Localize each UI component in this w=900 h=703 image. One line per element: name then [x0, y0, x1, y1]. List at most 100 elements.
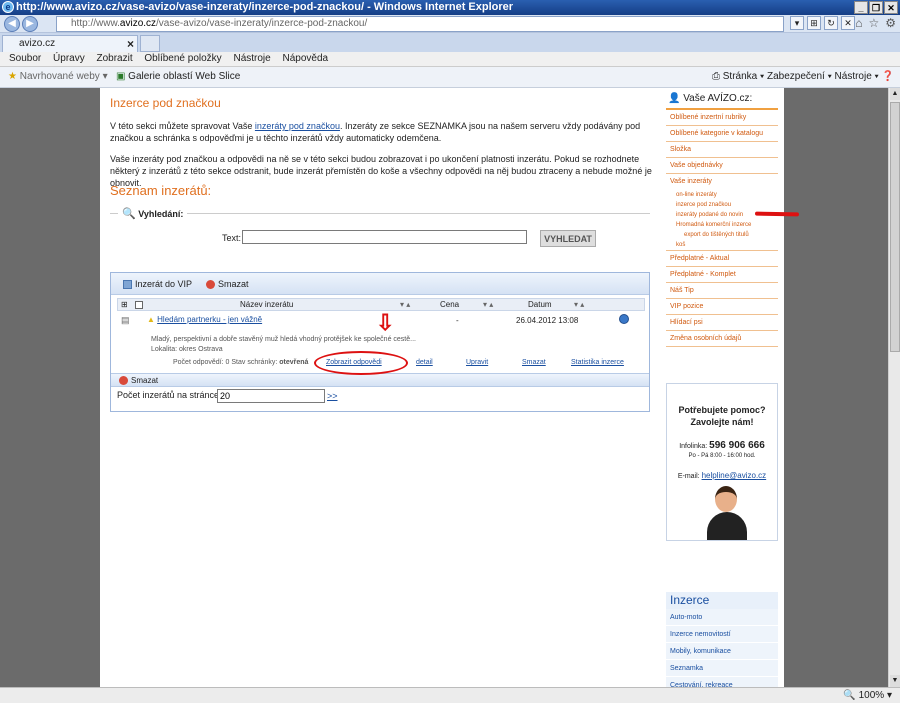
page-content: Inzerce pod značkou V této sekci můžete … — [100, 88, 800, 687]
refresh-icon[interactable]: ↻ — [824, 16, 838, 30]
compat-icon[interactable]: ⊞ — [807, 16, 821, 30]
help-email-link[interactable]: helpline@avizo.cz — [702, 471, 767, 480]
sidebar-item[interactable]: Oblíbené kategorie v katalogu — [666, 126, 778, 142]
table-row: ▲ Hledám partnerku - jen vážně — [147, 315, 262, 324]
close-tab-icon[interactable]: × — [127, 36, 134, 52]
inzerce-item[interactable]: Cestování, rekreace — [666, 677, 778, 687]
forward-arrow-icon[interactable]: ▶ — [22, 16, 38, 32]
sidebar-subitem-active[interactable]: inzerce pod značkou — [666, 200, 778, 210]
sort-name-icon[interactable]: ▾ ▴ — [400, 299, 410, 311]
branded-ads-link[interactable]: inzeráty pod značkou — [255, 121, 340, 131]
print-icon[interactable]: ⎙ — [712, 71, 720, 82]
annotation-arrow-icon: ⇩ — [376, 310, 395, 335]
sidebar-item[interactable]: Změna osobních údajů — [666, 331, 778, 347]
delete-link[interactable]: Smazat — [522, 359, 546, 366]
sidebar-subitem[interactable]: export do tištěných titulů — [666, 230, 778, 240]
gear-icon[interactable]: ⚙ — [885, 16, 896, 30]
scroll-up-icon[interactable]: ▲ — [890, 88, 900, 100]
sort-date-icon[interactable]: ▾ ▴ — [574, 299, 584, 311]
sidebar-subitem[interactable]: inzeráty podané do novin — [666, 210, 778, 220]
per-page-input[interactable] — [217, 389, 325, 403]
footer-delete-button[interactable]: Smazat — [119, 376, 159, 386]
toolbar-delete-button[interactable]: Smazat — [206, 273, 249, 295]
address-bar-row: ◀ ▶ http://www.avizo.cz/vase-avizo/vase-… — [0, 15, 900, 33]
edit-link[interactable]: Upravit — [466, 359, 488, 366]
sidebar: 👤 Vaše AVÍZO.cz: Oblíbené inzertní rubri… — [666, 88, 778, 347]
favorites-star-icon[interactable]: ☆ — [868, 16, 879, 30]
suggested-sites-link[interactable]: Navrhované weby ▾ — [20, 71, 108, 82]
sidebar-item[interactable]: Předplatné - Komplet — [666, 267, 778, 283]
stop-icon[interactable]: ✕ — [841, 16, 855, 30]
col-date[interactable]: Datum — [528, 299, 552, 311]
sidebar-title: 👤 Vaše AVÍZO.cz: — [666, 88, 778, 110]
close-window-icon[interactable]: ✕ — [884, 1, 898, 14]
inzerce-item[interactable]: Inzerce nemovitostí — [666, 626, 778, 643]
vertical-scrollbar[interactable]: ▲ ▼ — [888, 88, 900, 687]
favorites-left: ★ Navrhované weby ▾ ▣ Galerie oblastí We… — [8, 67, 240, 87]
grid-toolbar: Inzerát do VIP Smazat — [111, 273, 649, 295]
sidebar-subitem[interactable]: koš — [666, 240, 778, 251]
home-icon[interactable]: ⌂ — [855, 16, 862, 30]
globe-icon[interactable] — [619, 314, 629, 324]
vip-label: Inzerát do VIP — [135, 279, 193, 289]
sidebar-item[interactable]: VIP pozice — [666, 299, 778, 315]
new-tab-button[interactable] — [140, 35, 160, 52]
back-arrow-icon[interactable]: ◀ — [4, 16, 20, 32]
stats-link[interactable]: Statistika inzerce — [571, 359, 624, 366]
vip-button[interactable]: Inzerát do VIP — [123, 273, 192, 295]
tab-avizo[interactable]: avizo.cz × — [2, 35, 138, 52]
ad-title-link[interactable]: Hledám partnerku - jen vážně — [157, 315, 262, 324]
doc-icon[interactable]: ▤ — [121, 315, 130, 326]
sidebar-item[interactable]: Složka — [666, 142, 778, 158]
support-agent-avatar — [707, 484, 747, 540]
inzerce-title: Inzerce — [666, 592, 778, 609]
inzerce-item[interactable]: Seznamka — [666, 660, 778, 677]
sidebar-item[interactable]: Vaše inzeráty — [666, 174, 778, 190]
command-tools[interactable]: Stránka ▾ Zabezpečení ▾ Nástroje ▾ — [723, 71, 879, 82]
favorites-star-icon[interactable]: ★ — [8, 71, 17, 82]
scroll-thumb[interactable] — [890, 102, 900, 352]
sidebar-subitem[interactable]: on-line inzeráty — [666, 190, 778, 200]
menu-upravy[interactable]: Úpravy — [53, 53, 85, 64]
footer-delete-label: Smazat — [131, 376, 159, 385]
dropdown-icon[interactable]: ▾ — [790, 16, 804, 30]
sidebar-item[interactable]: Předplatné - Aktual — [666, 251, 778, 267]
help-title: Potřebujete pomoc? Zavolejte nám! — [667, 404, 777, 428]
expand-all-icon[interactable]: ⊞ — [121, 299, 128, 311]
col-price[interactable]: Cena — [440, 299, 459, 311]
sidebar-item[interactable]: Hlídací psi — [666, 315, 778, 331]
address-input[interactable]: http://www.avizo.cz/vase-avizo/vase-inze… — [56, 16, 784, 32]
detail-link[interactable]: detail — [416, 359, 433, 366]
favorites-bar: ★ Navrhované weby ▾ ▣ Galerie oblastí We… — [0, 67, 900, 88]
minimize-icon[interactable]: _ — [854, 1, 868, 14]
help-phone-label: Infolinka: — [679, 443, 708, 450]
menu-napoveda[interactable]: Nápověda — [283, 53, 329, 64]
menu-oblibene[interactable]: Oblíbené položky — [144, 53, 221, 64]
page-viewport: Inzerce pod značkou V této sekci můžete … — [0, 88, 888, 687]
sidebar-subitem[interactable]: Hromadná komerční inzerce — [666, 220, 778, 230]
search-input[interactable] — [242, 230, 527, 244]
col-name[interactable]: Název inzerátu — [240, 299, 293, 311]
menu-nastroje[interactable]: Nástroje — [233, 53, 270, 64]
inzerce-item[interactable]: Auto-moto — [666, 609, 778, 626]
restore-icon[interactable]: ❐ — [869, 1, 883, 14]
menu-zobrazit[interactable]: Zobrazit — [97, 53, 133, 64]
sort-price-icon[interactable]: ▾ ▴ — [483, 299, 493, 311]
sidebar-item[interactable]: Oblíbené inzertní rubriky — [666, 110, 778, 126]
select-all-checkbox[interactable] — [135, 301, 143, 309]
sidebar-item[interactable]: Vaše objednávky — [666, 158, 778, 174]
menu-soubor[interactable]: Soubor — [9, 53, 41, 64]
delete-icon — [206, 280, 215, 290]
search-button[interactable]: VYHLEDAT — [540, 230, 596, 247]
per-page-go-link[interactable]: >> — [327, 391, 338, 401]
window-title: http://www.avizo.cz/vase-avizo/vase-inze… — [16, 1, 514, 13]
delete-icon — [119, 376, 128, 386]
window-controls: _ ❐ ✕ — [854, 1, 898, 14]
web-slice-gallery-link[interactable]: Galerie oblastí Web Slice — [128, 71, 240, 82]
inzerce-item[interactable]: Mobily, komunikace — [666, 643, 778, 660]
zoom-level[interactable]: 🔍 100% ▾ — [843, 688, 892, 703]
help-icon[interactable]: ❓ — [882, 71, 894, 82]
sidebar-title-text: Vaše AVÍZO.cz: — [683, 93, 753, 104]
sidebar-item[interactable]: Náš Tip — [666, 283, 778, 299]
scroll-down-icon[interactable]: ▼ — [890, 675, 900, 687]
